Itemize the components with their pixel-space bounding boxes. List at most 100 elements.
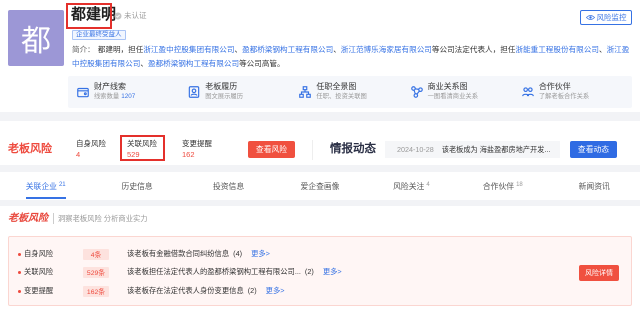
company-link[interactable]: 浙江盈中控股集团有限公司 bbox=[143, 45, 234, 54]
company-link[interactable]: 盈都桥梁钢构工程有限公司 bbox=[242, 45, 333, 54]
tab-label: 历史信息 bbox=[121, 181, 153, 191]
tab-label: 爱企查画像 bbox=[300, 181, 340, 191]
profile-intro: 简介： 都建明，担任浙江盈中控股集团有限公司、盈都桥梁钢构工程有限公司、浙江范博乐… bbox=[72, 43, 632, 71]
risk-row-count[interactable]: 4条 bbox=[83, 248, 109, 260]
risk-detail-button[interactable]: 风险详情 bbox=[579, 265, 619, 281]
risk-item-count: 529 bbox=[127, 150, 140, 159]
bullet-dot bbox=[18, 252, 21, 256]
feature-boss-resume[interactable]: 老板履历 图文展示履历 bbox=[187, 76, 298, 108]
company-link[interactable]: 盈都桥梁钢构工程有限公司 bbox=[148, 59, 239, 68]
bullet-dot bbox=[18, 270, 21, 274]
feature-business-graph[interactable]: 商业关系图 一图看清商业关系 bbox=[410, 76, 521, 108]
view-risk-button[interactable]: 查看风险 bbox=[248, 141, 295, 158]
more-link[interactable]: 更多> bbox=[251, 249, 270, 258]
risk-row-text: 该老板担任法定代表人的盈都桥梁钢构工程有限公司... bbox=[127, 267, 301, 276]
intro-separator: 、 bbox=[333, 45, 341, 54]
intro-lead: 都建明，担任 bbox=[97, 45, 144, 54]
feature-title: 任职全景图 bbox=[316, 82, 357, 91]
risk-item-label: 关联风险 bbox=[127, 139, 157, 148]
risk-row-label: 关联风险 bbox=[24, 267, 54, 276]
tab-label: 关联企业 bbox=[25, 181, 57, 191]
company-link[interactable]: 浙能重工程股份有限公司 bbox=[515, 45, 599, 54]
boss-risk-panel: 自身风险 4条 该老板有金融借款合同纠纷信息 (4) 更多> 关联风险 529条 该… bbox=[8, 236, 632, 306]
tab-risk-watch[interactable]: 风险关注 4 bbox=[366, 172, 457, 200]
feature-desc: 了解老板合作关系 bbox=[538, 93, 590, 100]
risk-item-count: 4 bbox=[76, 150, 81, 159]
beneficiary-tag[interactable]: 企业最终受益人 bbox=[72, 30, 126, 40]
network-icon bbox=[410, 86, 423, 98]
risk-row-num: (2) bbox=[247, 286, 257, 295]
risk-item-self[interactable]: 自身风险 4 bbox=[76, 138, 106, 160]
risk-item-label: 变更提醒 bbox=[182, 139, 212, 148]
tab-partners[interactable]: 合作伙伴 18 bbox=[457, 172, 548, 200]
intro-separator: 、 bbox=[140, 59, 148, 68]
unverified-badge-icon bbox=[114, 12, 122, 20]
tab-count: 4 bbox=[426, 182, 430, 188]
risk-row-text: 该老板存在法定代表人身份变更信息 bbox=[127, 286, 244, 295]
tab-label: 投资信息 bbox=[212, 181, 245, 191]
wallet-icon bbox=[77, 87, 89, 98]
feature-desc: 任职、投资关联图 bbox=[316, 93, 367, 100]
risk-monitor-label: 风险监控 bbox=[596, 13, 627, 22]
tab-count: 21 bbox=[58, 182, 66, 188]
risk-item-count: 162 bbox=[182, 150, 195, 159]
tab-profile[interactable]: 爱企查画像 bbox=[274, 172, 365, 200]
tab-history[interactable]: 历史信息 bbox=[91, 172, 182, 200]
risk-row-count[interactable]: 529条 bbox=[83, 266, 109, 278]
intel-date: 2024-10-28 bbox=[397, 145, 434, 154]
partner-icon bbox=[521, 87, 534, 97]
tab-label: 风险关注 bbox=[393, 181, 425, 191]
company-link[interactable]: 浙江范博乐海家居有限公司 bbox=[341, 45, 432, 54]
risk-item-change[interactable]: 变更提醒 162 bbox=[182, 138, 212, 160]
feature-text: 老板履历 图文展示履历 bbox=[205, 82, 243, 102]
intro-exec-suffix: 等公司高管。 bbox=[239, 59, 285, 68]
tab-related-companies[interactable]: 关联企业 21 bbox=[0, 172, 91, 200]
risk-row-desc: 该老板担任法定代表人的盈都桥梁钢构工程有限公司... (2) 更多> bbox=[127, 263, 342, 281]
feature-desc: 图文展示履历 bbox=[205, 93, 243, 100]
resume-icon bbox=[188, 86, 200, 98]
intro-label: 简介： bbox=[72, 45, 95, 54]
risk-row-related: 关联风险 529条 该老板担任法定代表人的盈都桥梁钢构工程有限公司... (2) 更… bbox=[9, 263, 489, 281]
intro-legal-rep-suffix: 等公司法定代表人，担任 bbox=[431, 45, 516, 54]
risk-row-num: (4) bbox=[233, 249, 243, 258]
feature-text: 合作伙伴 了解老板合作关系 bbox=[539, 82, 589, 102]
risk-row-count[interactable]: 162条 bbox=[83, 285, 109, 297]
more-link[interactable]: 更多> bbox=[323, 267, 342, 276]
intel-title: 情报动态 bbox=[330, 143, 376, 155]
tab-bar: 关联企业 21 历史信息 投资信息 爱企查画像 风险关注 4 合作伙伴 18 新闻资讯 bbox=[0, 172, 640, 200]
section-divider bbox=[0, 200, 640, 206]
risk-row-change: 变更提醒 162条 该老板存在法定代表人身份变更信息 (2) 更多> bbox=[9, 282, 489, 300]
tab-investment[interactable]: 投资信息 bbox=[183, 172, 274, 200]
feature-title: 商业关系图 bbox=[427, 82, 468, 91]
boss-risk-title: 老板风险 bbox=[8, 213, 48, 224]
feature-text: 财产线索 线索数量 1207 bbox=[94, 82, 135, 102]
tab-count: 18 bbox=[516, 182, 523, 188]
tab-news[interactable]: 新闻资讯 bbox=[549, 172, 640, 200]
avatar: 都 bbox=[8, 10, 64, 66]
risk-row-desc: 该老板存在法定代表人身份变更信息 (2) 更多> bbox=[127, 282, 285, 300]
feature-text: 商业关系图 一图看清商业关系 bbox=[428, 82, 478, 102]
risk-monitor-button[interactable]: 风险监控 bbox=[580, 10, 632, 25]
feature-property-clues[interactable]: 财产线索 线索数量 1207 bbox=[76, 76, 187, 108]
more-link[interactable]: 更多> bbox=[266, 286, 285, 295]
feature-strip: 财产线索 线索数量 1207 老板履历 图文展示履历 任职全景图 任职、投资关联图… bbox=[68, 76, 632, 108]
view-intel-button[interactable]: 查看动态 bbox=[570, 141, 617, 158]
risk-row-self: 自身风险 4条 该老板有金融借款合同纠纷信息 (4) 更多> bbox=[9, 245, 489, 263]
risk-item-label: 自身风险 bbox=[76, 139, 106, 148]
risk-row-label: 自身风险 bbox=[24, 249, 54, 258]
feature-text: 任职全景图 任职、投资关联图 bbox=[316, 82, 366, 102]
risk-item-related[interactable]: 关联风险 529 bbox=[127, 138, 157, 160]
boss-risk-subtitle: 洞察老板风险 分析商业实力 bbox=[53, 213, 148, 224]
intel-news-item[interactable]: 2024-10-28 该老板成为 海盐盈都房地产开发... bbox=[385, 141, 560, 158]
org-chart-icon bbox=[299, 86, 312, 98]
person-name: 都建明 bbox=[71, 6, 117, 23]
feature-count: 1207 bbox=[121, 93, 136, 100]
feature-partners[interactable]: 合作伙伴 了解老板合作关系 bbox=[521, 76, 632, 108]
verify-status: 未认证 bbox=[114, 11, 147, 21]
risk-row-text: 该老板有金融借款合同纠纷信息 bbox=[127, 249, 230, 258]
feature-position-panorama[interactable]: 任职全景图 任职、投资关联图 bbox=[298, 76, 409, 108]
risk-row-label: 变更提醒 bbox=[24, 286, 54, 295]
verify-status-label: 未认证 bbox=[124, 11, 147, 20]
bullet-dot bbox=[18, 289, 21, 293]
intel-text: 该老板成为 海盐盈都房地产开发... bbox=[441, 144, 551, 154]
